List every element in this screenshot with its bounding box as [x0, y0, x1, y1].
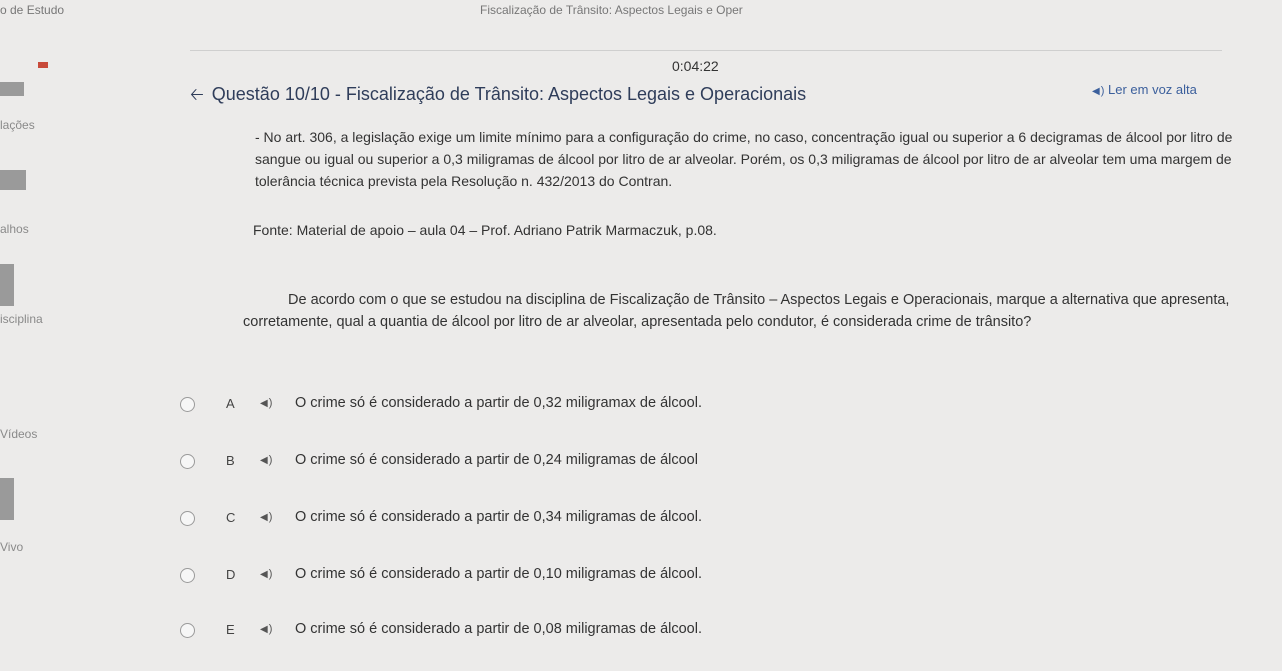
question-text: - No art. 306, a legislação exige um lim…	[255, 129, 1233, 189]
speaker-icon[interactable]	[260, 621, 272, 635]
sidebar-icon-1	[0, 170, 26, 190]
question-source: Fonte: Material de apoio – aula 04 – Pro…	[253, 222, 717, 238]
sidebar-icon-2	[0, 264, 14, 306]
page-title: Fiscalização de Trânsito: Aspectos Legai…	[480, 3, 743, 17]
speaker-icon[interactable]	[260, 452, 272, 466]
sidebar-item-trabalhos[interactable]: alhos	[0, 222, 29, 236]
option-b-letter: B	[226, 453, 235, 468]
option-d-radio[interactable]	[180, 568, 195, 583]
option-c-letter: C	[226, 510, 236, 525]
option-a[interactable]: A O crime só é considerado a partir de 0…	[180, 394, 980, 416]
sidebar: lações alhos isciplina Vídeos Vivo	[0, 22, 150, 671]
read-aloud-label: Ler em voz alta	[1108, 82, 1197, 97]
sidebar-item-disciplina[interactable]: isciplina	[0, 312, 43, 326]
option-b-text: O crime só é considerado a partir de 0,2…	[295, 452, 698, 468]
option-e-letter: E	[226, 622, 235, 637]
menu-icon[interactable]	[0, 82, 24, 96]
sidebar-item-vivo[interactable]: Vivo	[0, 540, 23, 554]
sidebar-icon-3	[0, 478, 14, 520]
sidebar-item-lacoes[interactable]: lações	[0, 118, 35, 132]
option-a-letter: A	[226, 396, 235, 411]
option-b-radio[interactable]	[180, 454, 195, 469]
top-bar: o de Estudo Fiscalização de Trânsito: As…	[0, 0, 1282, 22]
notification-icon	[38, 62, 48, 68]
option-a-radio[interactable]	[180, 397, 195, 412]
option-e-text: O crime só é considerado a partir de 0,0…	[295, 621, 702, 637]
option-a-text: O crime só é considerado a partir de 0,3…	[295, 395, 702, 411]
option-c-text: O crime só é considerado a partir de 0,3…	[295, 509, 702, 525]
question-title: 🡠 Questão 10/10 - Fiscalização de Trânsit…	[190, 82, 806, 111]
option-d-letter: D	[226, 567, 236, 582]
timer: 0:04:22	[672, 58, 719, 74]
read-aloud-button[interactable]: Ler em voz alta	[1092, 82, 1197, 97]
option-b[interactable]: B O crime só é considerado a partir de 0…	[180, 451, 980, 473]
option-d-text: O crime só é considerado a partir de 0,1…	[295, 566, 702, 582]
back-arrow-icon[interactable]: 🡠	[190, 85, 204, 104]
option-c[interactable]: C O crime só é considerado a partir de 0…	[180, 508, 980, 530]
option-e[interactable]: E O crime só é considerado a partir de 0…	[180, 620, 980, 642]
option-d[interactable]: D O crime só é considerado a partir de 0…	[180, 565, 980, 587]
divider	[190, 50, 1222, 51]
sidebar-item-videos[interactable]: Vídeos	[0, 427, 37, 441]
question-prompt: De acordo com o que se estudou na discip…	[243, 292, 1230, 330]
speaker-icon	[1092, 82, 1104, 97]
question-title-text: Questão 10/10 - Fiscalização de Trânsito…	[211, 84, 807, 104]
breadcrumb-study[interactable]: o de Estudo	[0, 3, 64, 17]
speaker-icon[interactable]	[260, 395, 272, 409]
speaker-icon[interactable]	[260, 566, 272, 580]
option-c-radio[interactable]	[180, 511, 195, 526]
speaker-icon[interactable]	[260, 509, 272, 523]
option-e-radio[interactable]	[180, 623, 195, 638]
